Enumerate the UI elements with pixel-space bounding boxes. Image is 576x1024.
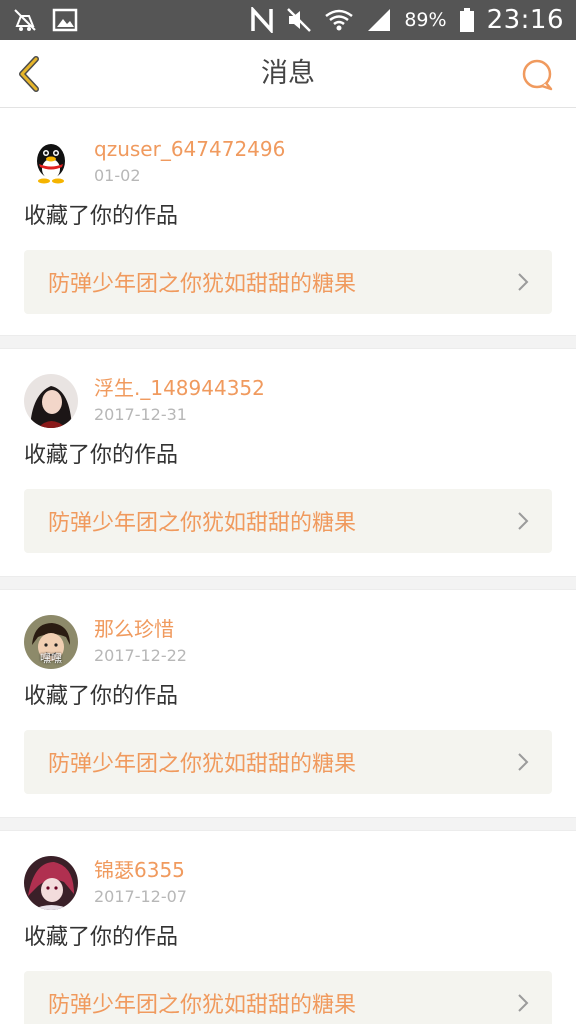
user-meta: qzuser_647472496 01-02 [94,136,285,188]
qq-penguin-icon [24,135,78,189]
anime-portrait-icon [24,856,78,910]
user-meta: 锦瑟6355 2017-12-07 [94,857,187,909]
message-card: 浮生._148944352 2017-12-31 收藏了你的作品 防弹少年团之你… [0,349,576,576]
status-bar: 89% 23:16 [0,0,576,40]
avatar-qq-penguin[interactable] [24,135,78,189]
avatar-girl-photo[interactable] [24,374,78,428]
username[interactable]: qzuser_647472496 [94,136,285,162]
divider [0,335,576,349]
clock: 23:16 [486,5,564,35]
work-title: 防弹少年团之你犹如甜甜的糖果 [48,752,357,777]
status-right: 89% 23:16 [250,5,564,35]
nfc-icon [251,7,274,33]
avatar-caption: 嘿嘿 [40,652,62,665]
user-meta: 那么珍惜 2017-12-22 [94,616,187,668]
username[interactable]: 浮生._148944352 [94,375,265,401]
message-date: 2017-12-22 [94,646,187,665]
status-left [12,7,78,33]
username[interactable]: 锦瑟6355 [94,857,187,883]
message-date: 2017-12-31 [94,405,187,424]
action-text: 收藏了你的作品 [24,925,179,950]
chevron-right-icon [518,273,529,291]
message-card: 嘿嘿 那么珍惜 2017-12-22 收藏了你的作品 防弹少年团之你犹如甜甜的糖… [0,590,576,817]
chevron-right-icon [518,753,529,771]
action-text: 收藏了你的作品 [24,204,179,229]
work-link[interactable]: 防弹少年团之你犹如甜甜的糖果 [24,971,552,1024]
action-text: 收藏了你的作品 [24,684,179,709]
divider [0,576,576,590]
message-date: 01-02 [94,166,141,185]
battery-icon [459,8,474,32]
chevron-right-icon [518,512,529,530]
message-header: 浮生._148944352 2017-12-31 [24,373,552,429]
message-card: 锦瑟6355 2017-12-07 收藏了你的作品 防弹少年团之你犹如甜甜的糖果 [0,831,576,1024]
muted-notification-icon [14,9,36,31]
nav-bar: 消息 [0,40,576,108]
work-title: 防弹少年团之你犹如甜甜的糖果 [48,511,357,536]
work-link[interactable]: 防弹少年团之你犹如甜甜的糖果 [24,489,552,553]
user-meta: 浮生._148944352 2017-12-31 [94,375,265,427]
username[interactable]: 那么珍惜 [94,616,187,642]
avatar-boy-photo[interactable]: 嘿嘿 [24,615,78,669]
signal-icon [368,9,391,31]
gallery-icon [52,8,78,32]
battery-percent: 89% [404,9,447,31]
work-link[interactable]: 防弹少年团之你犹如甜甜的糖果 [24,250,552,314]
wifi-icon [325,9,354,31]
chat-bubble-icon[interactable] [520,58,554,92]
work-link[interactable]: 防弹少年团之你犹如甜甜的糖果 [24,730,552,794]
message-header: 嘿嘿 那么珍惜 2017-12-22 [24,614,552,670]
mute-icon [287,8,312,32]
page-title: 消息 [261,58,315,89]
message-header: 锦瑟6355 2017-12-07 [24,855,552,911]
work-title: 防弹少年团之你犹如甜甜的糖果 [48,993,357,1018]
message-header: qzuser_647472496 01-02 [24,134,552,190]
girl-portrait-icon [24,374,78,428]
divider [0,817,576,831]
message-card: qzuser_647472496 01-02 收藏了你的作品 防弹少年团之你犹如… [0,108,576,335]
message-date: 2017-12-07 [94,887,187,906]
chevron-right-icon [518,994,529,1012]
avatar-anime-photo[interactable] [24,856,78,910]
action-text: 收藏了你的作品 [24,443,179,468]
work-title: 防弹少年团之你犹如甜甜的糖果 [48,272,357,297]
